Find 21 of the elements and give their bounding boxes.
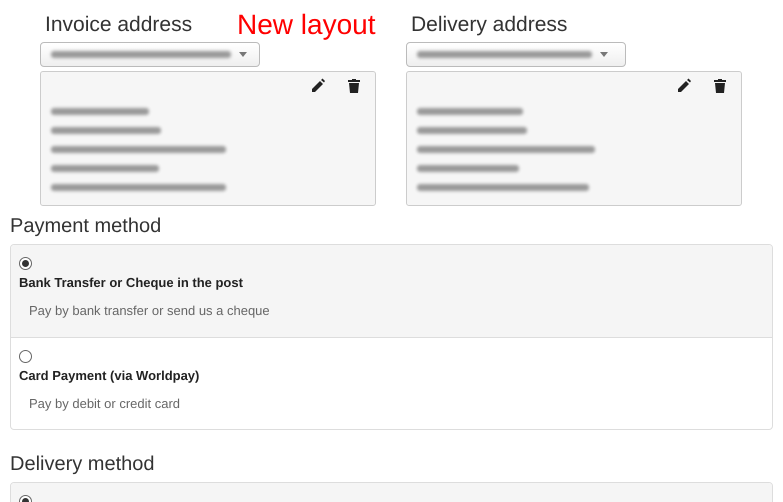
pencil-icon[interactable] — [311, 78, 325, 93]
caret-icon — [239, 52, 247, 57]
section-heading: Payment method — [10, 214, 162, 238]
address-select[interactable] — [40, 42, 260, 67]
section-heading: Invoice address — [44, 12, 192, 38]
address-select[interactable] — [406, 42, 626, 67]
trash-icon[interactable] — [347, 78, 361, 93]
pencil-icon[interactable] — [677, 78, 691, 93]
section-heading: Delivery method — [10, 452, 156, 476]
option-description: Pay by bank transfer or send us a cheque — [29, 302, 271, 320]
option-label: Card Payment (via Worldpay) — [19, 367, 200, 385]
option-description: Pay by debit or credit card — [29, 394, 182, 413]
option-row[interactable]: Bank Transfer or Cheque in the post Pay by bank transfer or send us a cheque — [11, 245, 772, 337]
radio-button[interactable] — [19, 350, 32, 363]
annotation-text: New layout — [237, 8, 376, 42]
radio-button[interactable] — [19, 257, 32, 270]
caret-icon — [600, 52, 608, 57]
trash-icon[interactable] — [713, 78, 727, 93]
option-label: Bank Transfer or Cheque in the post — [19, 274, 244, 292]
section-heading: Delivery address — [410, 12, 568, 38]
option-row[interactable]: Card Payment (via Worldpay) Pay by debit or credit card — [11, 337, 772, 429]
